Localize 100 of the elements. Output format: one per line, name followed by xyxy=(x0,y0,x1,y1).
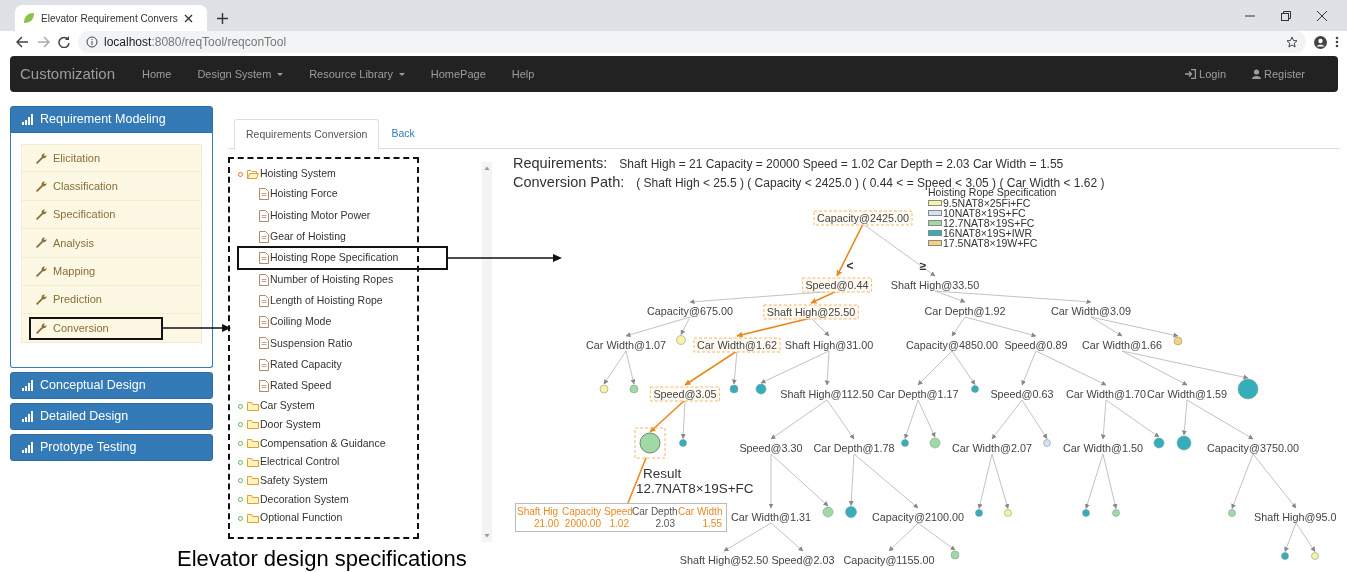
tree-node[interactable]: Shaft High@33.50 xyxy=(890,279,980,291)
leaf-node[interactable] xyxy=(929,437,941,449)
leaf-node[interactable] xyxy=(901,439,909,447)
tree-node[interactable]: Car Width@1.70 xyxy=(1066,388,1146,400)
tree-item[interactable]: Rated Speed xyxy=(238,375,417,397)
tree-node[interactable]: Car Depth@1.78 xyxy=(813,442,895,454)
nav-link[interactable]: Resource Library xyxy=(296,65,418,83)
tree-item[interactable]: Hoisting Motor Power xyxy=(238,205,417,227)
tree-item[interactable]: Safety System xyxy=(238,471,417,491)
leaf-node[interactable] xyxy=(729,384,739,394)
tree-item[interactable]: Door System xyxy=(238,415,417,435)
leaf-node[interactable] xyxy=(676,335,686,345)
tree-node[interactable]: Car Width@1.66 xyxy=(1082,339,1162,351)
brand-link[interactable]: Customization xyxy=(20,62,116,86)
menu-item[interactable]: Elicitation xyxy=(21,144,202,173)
tree-node[interactable]: Capacity@4850.00 xyxy=(906,339,998,351)
tree-item[interactable]: Suspension Ratio xyxy=(238,332,417,355)
tree-node[interactable]: Car Depth@1.17 xyxy=(877,388,959,400)
tree-item[interactable]: Coiling Mode xyxy=(238,311,417,333)
tree-node[interactable]: Shaft High@25.50 xyxy=(763,304,859,320)
tree-node[interactable]: Capacity@675.00 xyxy=(647,305,733,317)
tree-node[interactable]: Capacity@1155.00 xyxy=(843,554,935,566)
nav-link[interactable]: Register xyxy=(1239,65,1318,83)
tree-node[interactable]: Speed@3.05 xyxy=(649,386,721,402)
nav-link[interactable]: Login xyxy=(1172,65,1240,83)
tree-node[interactable]: Speed@2.03 xyxy=(771,554,835,566)
leaf-node[interactable] xyxy=(950,550,960,560)
tree-node[interactable]: Car Width@1.59 xyxy=(1147,388,1227,400)
tree-node[interactable]: Speed@0.63 xyxy=(990,388,1054,400)
nav-link[interactable]: Design System xyxy=(184,65,297,83)
menu-item[interactable]: Analysis xyxy=(21,229,202,258)
leaf-node[interactable] xyxy=(822,506,834,518)
tree-item[interactable]: Electrical Control xyxy=(238,452,417,472)
leaf-node[interactable] xyxy=(629,384,639,394)
tree-node[interactable]: Shaft High@31.00 xyxy=(784,339,874,351)
tree-node[interactable]: Shaft High@95.0 xyxy=(1254,511,1337,523)
tree-item[interactable]: Optional Function xyxy=(238,508,417,528)
leaf-node[interactable] xyxy=(1112,509,1120,517)
tree-node[interactable]: Speed@3.30 xyxy=(739,442,803,454)
back-icon[interactable] xyxy=(16,36,29,48)
tree-item[interactable]: Compensation & Guidance xyxy=(238,434,417,453)
tree-item[interactable]: Number of Hoisting Ropes xyxy=(238,268,417,291)
forward-icon[interactable] xyxy=(37,36,50,48)
panel-header[interactable]: Conceptual Design xyxy=(10,371,213,399)
nav-link[interactable]: Home xyxy=(129,65,185,83)
leaf-node[interactable] xyxy=(1311,552,1319,560)
tree-item[interactable]: Length of Hoisting Rope xyxy=(238,290,417,312)
star-icon[interactable] xyxy=(1286,36,1298,48)
tree-node[interactable]: Car Width@1.62 xyxy=(693,337,781,353)
address-bar[interactable]: localhost:8080/reqTool/reqconTool xyxy=(78,31,1306,53)
tree-item[interactable]: Hoisting Force xyxy=(238,183,417,205)
leaf-node[interactable] xyxy=(679,439,687,447)
leaf-node[interactable] xyxy=(1153,437,1165,449)
tab[interactable]: Back xyxy=(379,119,427,149)
new-tab-icon[interactable] xyxy=(217,13,228,24)
restore-icon[interactable] xyxy=(1281,11,1291,21)
menu-icon[interactable] xyxy=(1335,36,1339,48)
tree-node[interactable]: Car Width@1.07 xyxy=(586,339,666,351)
tree-node[interactable]: Shaft High@52.50 xyxy=(679,554,769,566)
tree-item[interactable]: Hoisting Rope Specification xyxy=(238,247,417,269)
panel-header[interactable]: Detailed Design xyxy=(10,402,213,430)
leaf-node[interactable] xyxy=(1173,336,1183,346)
nav-link[interactable]: Help xyxy=(498,65,548,83)
leaf-node[interactable] xyxy=(845,506,857,518)
tree-node[interactable]: Shaft High@112.50 xyxy=(780,388,874,400)
leaf-node[interactable] xyxy=(1281,552,1289,560)
leaf-node[interactable] xyxy=(1176,435,1192,451)
panel-header[interactable]: Requirement Modeling xyxy=(10,106,213,133)
tree-node[interactable]: Capacity@3750.00 xyxy=(1207,442,1299,454)
leaf-node[interactable] xyxy=(1082,509,1090,517)
nav-link[interactable]: HomePage xyxy=(417,65,499,83)
menu-item[interactable]: Classification xyxy=(21,172,202,201)
leaf-node[interactable] xyxy=(1043,439,1051,447)
tree-item[interactable]: Rated Capacity xyxy=(238,354,417,376)
tree-node[interactable]: Car Width@3.09 xyxy=(1051,305,1131,317)
tree-node[interactable]: Speed@0.44 xyxy=(801,277,873,293)
tree-item[interactable]: Gear of Hoisting xyxy=(238,226,417,248)
leaf-node[interactable] xyxy=(755,383,767,395)
leaf-node[interactable] xyxy=(639,432,661,454)
close-icon[interactable] xyxy=(1317,11,1327,21)
tree-node[interactable]: Car Depth@1.92 xyxy=(924,305,1006,317)
leaf-node[interactable] xyxy=(1004,509,1012,517)
menu-item[interactable]: Prediction xyxy=(21,285,202,315)
leaf-node[interactable] xyxy=(975,509,983,517)
leaf-node[interactable] xyxy=(1237,378,1259,400)
tree-node[interactable]: Car Width@2.07 xyxy=(952,442,1032,454)
tree-node[interactable]: Capacity@2425.00 xyxy=(813,210,913,226)
leaf-node[interactable] xyxy=(599,384,609,394)
tree-node[interactable]: Capacity@2100.00 xyxy=(872,511,964,523)
browser-tab[interactable]: Elevator Requirement Convers xyxy=(15,5,207,31)
reload-icon[interactable] xyxy=(58,36,70,48)
tree-item[interactable]: Decoration System xyxy=(238,490,417,509)
tree-node[interactable]: Car Width@1.31 xyxy=(731,511,811,523)
menu-item[interactable]: Specification xyxy=(21,200,202,230)
tree-node[interactable]: Car Width@1.50 xyxy=(1063,442,1143,454)
close-icon[interactable] xyxy=(183,13,193,23)
tree-node[interactable]: Speed@0.89 xyxy=(1004,339,1068,351)
leaf-node[interactable] xyxy=(971,385,979,393)
panel-header[interactable]: Prototype Testing xyxy=(10,433,213,461)
account-icon[interactable] xyxy=(1314,35,1327,49)
